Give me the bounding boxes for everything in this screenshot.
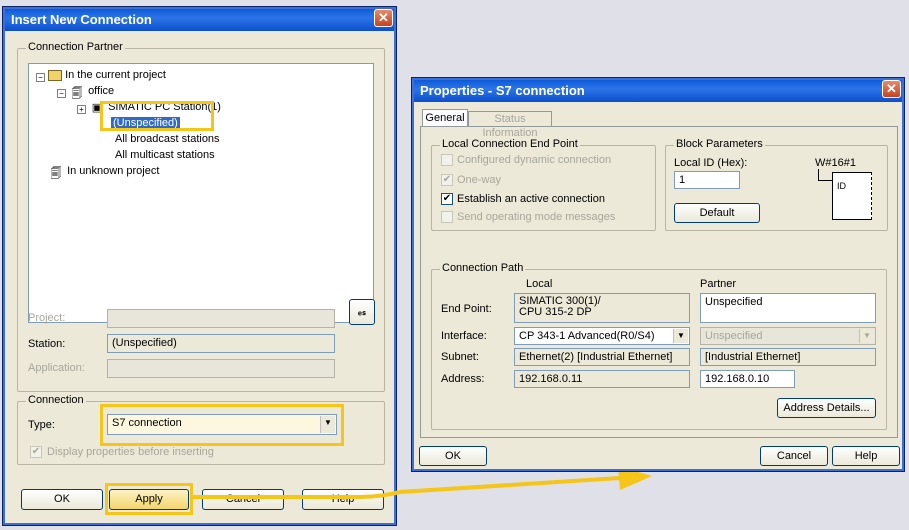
connection-path-title: Connection Path	[440, 262, 526, 274]
default-button[interactable]: Default	[674, 203, 760, 223]
interface-partner-value: Unspecified	[705, 330, 763, 342]
address-local: 192.168.0.11	[514, 370, 690, 388]
one-way-checkbox[interactable]: ✔	[441, 174, 453, 186]
arrow-line	[192, 476, 621, 499]
address-label: Address:	[441, 373, 485, 385]
subnet-partner: [Industrial Ethernet]	[700, 348, 876, 366]
chevron-down-icon[interactable]: ▼	[673, 329, 688, 343]
local-end-point-title: Local Connection End Point	[440, 138, 580, 150]
dynamic-connection-checkbox[interactable]	[441, 154, 453, 166]
tab-status-information[interactable]: Status Information	[468, 111, 552, 139]
end-point-partner: Unspecified	[700, 293, 876, 323]
properties-ok-button[interactable]: OK	[419, 446, 487, 466]
interface-label: Interface:	[441, 330, 487, 342]
interface-partner-select: Unspecified ▼	[700, 327, 876, 345]
end-point-label: End Point:	[441, 303, 492, 315]
one-way-label: One-way	[457, 174, 502, 186]
id-tag: ID	[837, 181, 846, 191]
properties-cancel-button[interactable]: Cancel	[760, 446, 828, 466]
w-value-label: W#16#1	[815, 157, 856, 169]
end-point-local: SIMATIC 300(1)/ CPU 315-2 DP	[514, 293, 690, 323]
properties-dialog: Properties - S7 connection ✕ General Sta…	[411, 77, 905, 472]
send-mode-label: Send operating mode messages	[457, 211, 616, 223]
properties-help-button[interactable]: Help	[832, 446, 900, 466]
close-icon[interactable]: ✕	[882, 80, 901, 98]
dynamic-connection-label: Configured dynamic connection	[457, 154, 612, 166]
local-column-header: Local	[526, 278, 553, 290]
interface-local-select[interactable]: CP 343-1 Advanced(R0/S4) ▼	[514, 327, 690, 345]
chevron-down-icon: ▼	[859, 329, 874, 343]
send-mode-checkbox[interactable]	[441, 211, 453, 223]
partner-column-header: Partner	[700, 278, 737, 290]
active-connection-label: Establish an active connection	[457, 193, 605, 205]
subnet-label: Subnet:	[441, 351, 479, 363]
id-block-graphic: ID	[832, 172, 872, 220]
address-details-button[interactable]: Address Details...	[777, 398, 876, 418]
properties-title: Properties - S7 connection	[414, 80, 902, 102]
subnet-local: Ethernet(2) [Industrial Ethernet]	[514, 348, 690, 366]
local-id-label: Local ID (Hex):	[674, 157, 748, 169]
address-partner[interactable]: 192.168.0.10	[700, 370, 795, 388]
local-id-field[interactable]: 1	[674, 171, 740, 189]
interface-local-value: CP 343-1 Advanced(R0/S4)	[519, 330, 655, 342]
tab-general[interactable]: General	[422, 109, 468, 127]
id-connector-line	[818, 169, 832, 181]
block-parameters-title: Block Parameters	[674, 138, 765, 150]
end-point-local-line2: CPU 315-2 DP	[519, 306, 592, 318]
active-connection-checkbox[interactable]: ✔	[441, 193, 453, 205]
